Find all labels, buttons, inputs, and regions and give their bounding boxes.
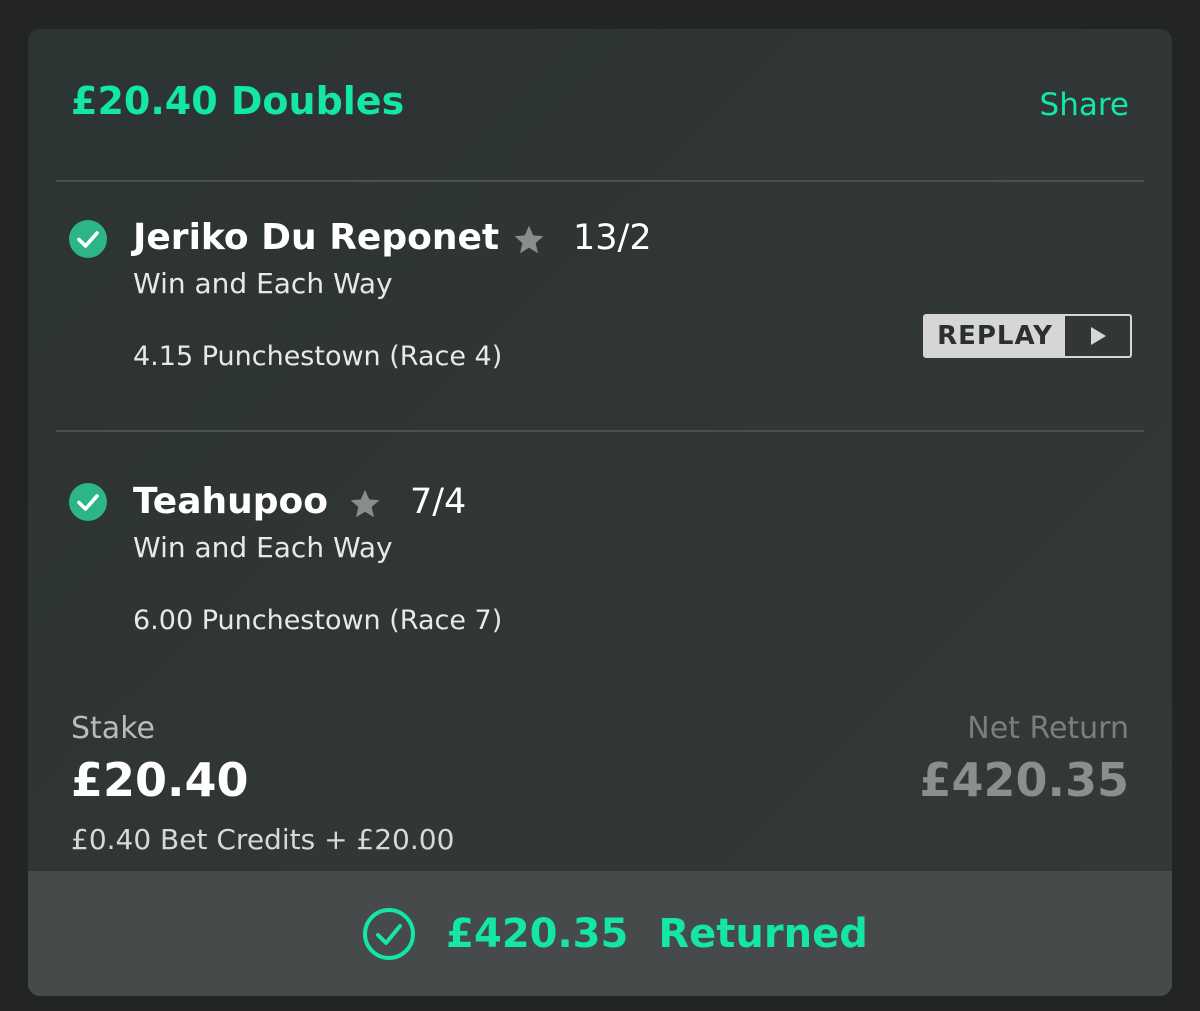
selection-name: Teahupoo [133,481,328,522]
divider [56,180,1144,182]
selection-market: Win and Each Way [133,531,393,564]
replay-label: REPLAY [925,316,1065,356]
bet-card: £20.40 Doubles Share Jeriko Du Reponet 1… [28,29,1172,996]
divider [56,430,1144,432]
check-circle-icon [69,220,107,258]
star-icon[interactable] [511,222,547,258]
selection-odds: 13/2 [573,218,652,258]
share-link[interactable]: Share [1040,87,1129,123]
stake-value: £20.40 [71,753,249,807]
net-return-value: £420.35 [919,753,1129,807]
net-return-label: Net Return [967,711,1129,746]
selection-odds: 7/4 [410,482,467,522]
stake-label: Stake [71,711,155,746]
play-icon [1065,316,1130,356]
check-circle-outline-icon [363,907,416,960]
returned-amount: £420.35 [446,910,629,957]
returned-status: Returned [658,910,868,957]
stake-detail: £0.40 Bet Credits + £20.00 [71,823,455,856]
selection-name: Jeriko Du Reponet [133,217,500,258]
selection-event: 4.15 Punchestown (Race 4) [133,341,503,372]
selection-event: 6.00 Punchestown (Race 7) [133,605,503,636]
replay-button[interactable]: REPLAY [923,314,1132,358]
selection-market: Win and Each Way [133,267,393,300]
star-icon[interactable] [347,486,383,522]
bet-title: £20.40 Doubles [71,79,405,123]
check-circle-icon [69,483,107,521]
returned-banner: £420.35 Returned [28,871,1172,996]
